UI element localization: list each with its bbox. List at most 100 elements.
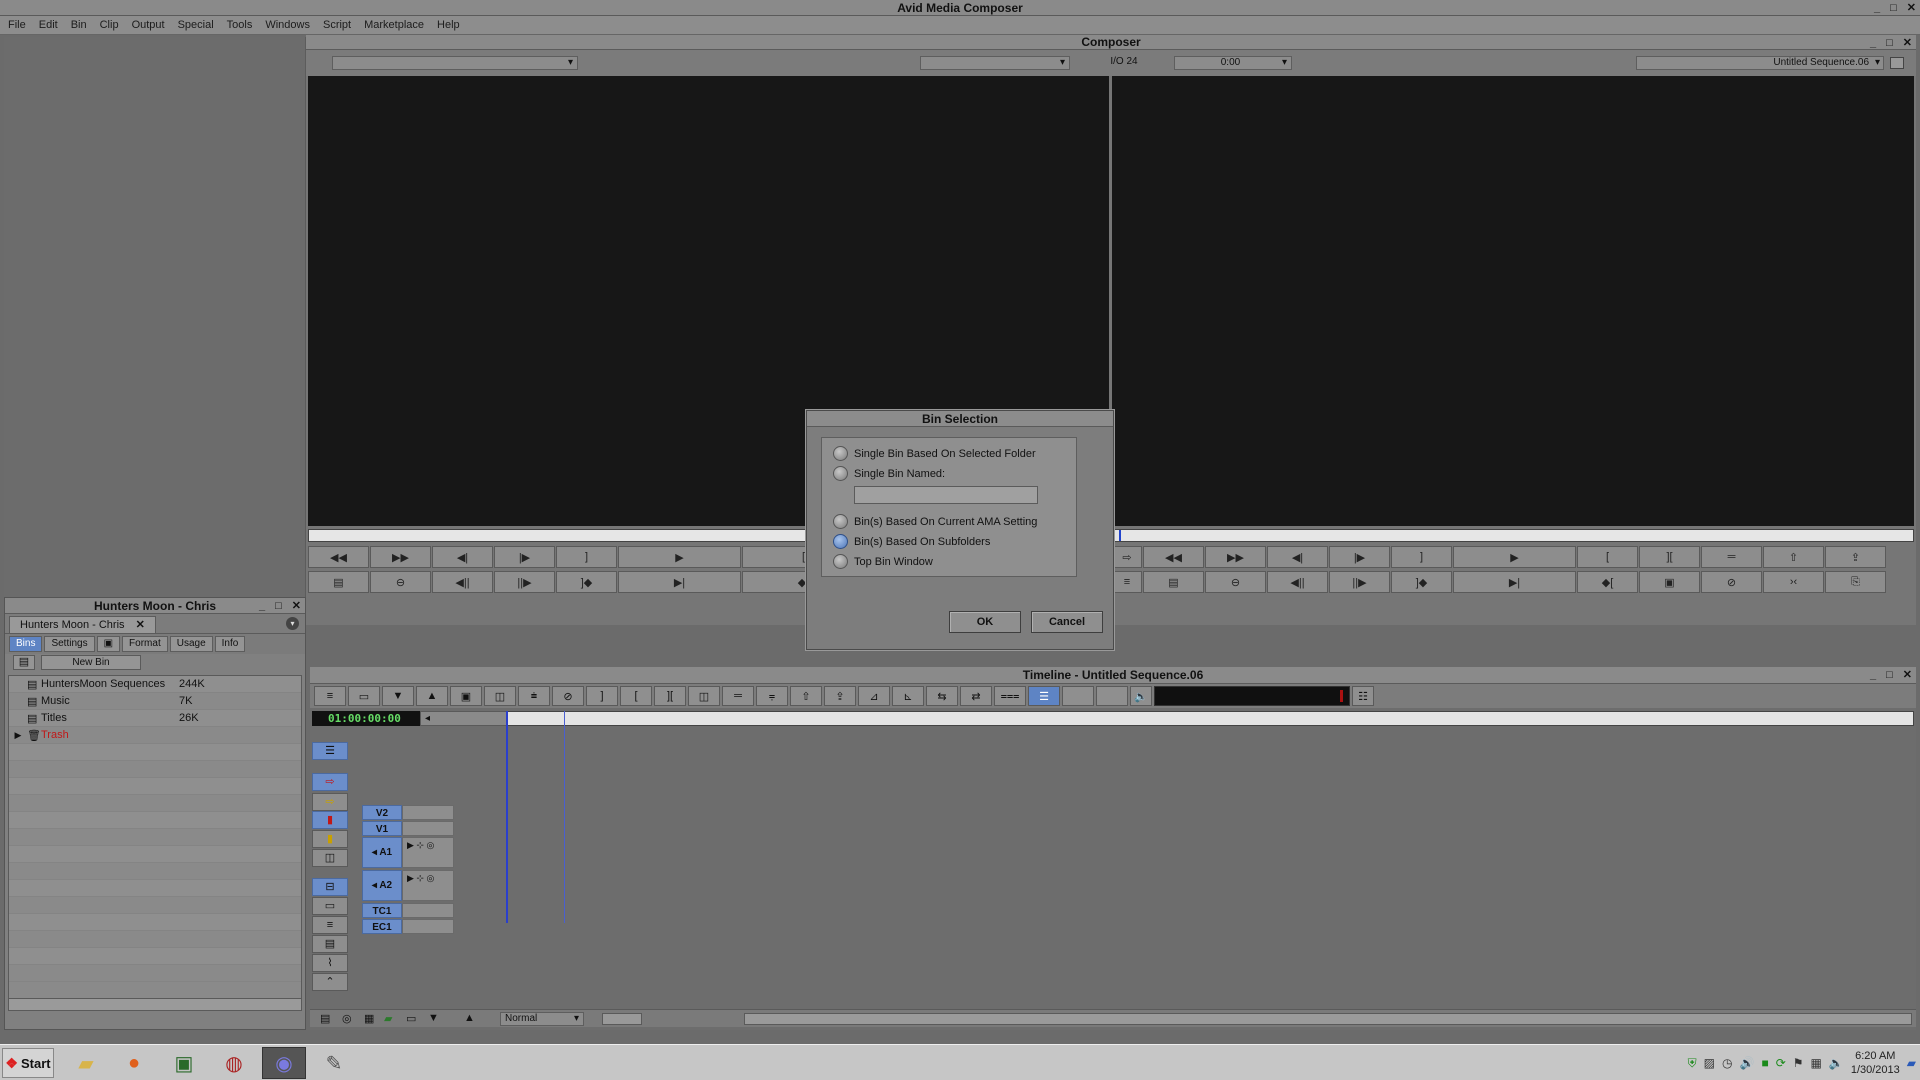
source-tool-1[interactable]: ▤ — [308, 571, 369, 593]
timeline-tool-5[interactable]: ▣ — [450, 686, 482, 706]
track-ec1[interactable]: EC1 — [362, 919, 454, 934]
record-tool-1[interactable]: ▤ — [1143, 571, 1204, 593]
timeline-menu-icon[interactable]: ☷ — [1352, 686, 1374, 706]
timeline-bottom-tool-6[interactable]: ▼ — [428, 1012, 439, 1024]
timeline-bottom-tool-3[interactable]: ▦ — [364, 1012, 374, 1025]
radio-button-selected[interactable] — [833, 534, 848, 549]
record-tool-0[interactable]: ≡ — [1112, 571, 1142, 593]
timeline-tool-1[interactable]: ≡ — [314, 686, 346, 706]
option-top-bin-window[interactable]: Top Bin Window — [833, 554, 933, 569]
keyboard-icon[interactable] — [1890, 57, 1904, 69]
gimp-icon[interactable]: ✎ — [312, 1047, 356, 1079]
option-bins-subfolders[interactable]: Bin(s) Based On Subfolders — [833, 534, 990, 549]
cancel-button[interactable]: Cancel — [1031, 611, 1103, 633]
tool-icon-10[interactable]: ▤ — [312, 935, 348, 953]
timeline-maximize-button[interactable]: □ — [1886, 667, 1893, 683]
track-v1[interactable]: V1 — [362, 821, 454, 836]
timeline-tool-18[interactable]: ⊾ — [892, 686, 924, 706]
menu-script[interactable]: Script — [323, 19, 351, 31]
menu-clip[interactable]: Clip — [100, 19, 119, 31]
composer-close-button[interactable]: ✕ — [1903, 35, 1912, 51]
avid-icon[interactable]: ◍ — [212, 1047, 256, 1079]
tab-info[interactable]: Info — [214, 636, 246, 652]
bin-minimize-button[interactable]: _ — [259, 598, 265, 614]
menu-help[interactable]: Help — [437, 19, 460, 31]
tool-icon-8[interactable]: ▭ — [312, 897, 348, 915]
clock-tray-icon[interactable]: ◷ — [1722, 1056, 1732, 1070]
record-position-indicator[interactable] — [1119, 530, 1121, 541]
audio-track-controls-icon[interactable]: ▶ ⊹ ◎ — [402, 837, 454, 868]
track-v2[interactable]: V2 — [362, 805, 454, 820]
timeline-tool-22[interactable]: ☰ — [1028, 686, 1060, 706]
timeline-tool-16[interactable]: ⇪ — [824, 686, 856, 706]
trim-mode-icon[interactable]: ◫ — [312, 849, 348, 867]
timeline-tool-6[interactable]: ◫ — [484, 686, 516, 706]
mark-clip-button[interactable]: ][ — [1639, 546, 1700, 568]
record-mark-out-button[interactable]: ] — [1391, 546, 1452, 568]
source-tool-3[interactable]: ◀|| — [432, 571, 493, 593]
tab-settings[interactable]: Settings — [44, 636, 95, 652]
bin-name-field[interactable] — [854, 486, 1038, 504]
fast-forward-button[interactable]: ▶▶ — [370, 546, 431, 568]
timeline-bottom-tool-1[interactable]: ▤ — [320, 1012, 330, 1025]
folder-icon[interactable]: ▰ — [64, 1047, 108, 1079]
radio-button[interactable] — [833, 446, 848, 461]
start-button[interactable]: ❖ Start — [2, 1048, 54, 1078]
radio-button[interactable] — [833, 466, 848, 481]
bin-close-button[interactable]: ✕ — [292, 598, 301, 614]
list-item[interactable]: ▤ HuntersMoon Sequences 244K — [9, 676, 301, 693]
audio-track-controls-icon[interactable]: ▶ ⊹ ◎ — [402, 870, 454, 901]
minimize-button[interactable]: _ — [1874, 0, 1880, 16]
list-item[interactable]: ▤ Titles 26K — [9, 710, 301, 727]
radio-button[interactable] — [833, 554, 848, 569]
splice-in-icon[interactable]: ⇨ — [312, 773, 348, 791]
record-step-forward-button[interactable]: |▶ — [1329, 546, 1390, 568]
center-menu-left[interactable]: ▾ — [920, 56, 1070, 70]
record-tool-8[interactable]: ▣ — [1639, 571, 1700, 593]
clear-marks-button[interactable]: ═ — [1701, 546, 1762, 568]
timecode-menu[interactable]: ◂ — [420, 711, 512, 726]
menu-tools[interactable]: Tools — [227, 19, 253, 31]
menu-file[interactable]: File — [8, 19, 26, 31]
radio-button[interactable] — [833, 514, 848, 529]
timeline-bottom-tool-2[interactable]: ◎ — [342, 1012, 352, 1025]
timeline-bottom-tool-5[interactable]: ▭ — [406, 1012, 416, 1025]
record-fast-forward-button[interactable]: ▶▶ — [1205, 546, 1266, 568]
source-clip-menu[interactable]: ▾ — [332, 56, 578, 70]
record-tool-6[interactable]: ▶| — [1453, 571, 1576, 593]
track-a1[interactable]: ◂ A1 ▶ ⊹ ◎ — [362, 837, 454, 868]
composer-maximize-button[interactable]: □ — [1886, 35, 1893, 51]
segment-mode-yellow-icon[interactable]: ▮ — [312, 830, 348, 848]
step-forward-button[interactable]: |▶ — [494, 546, 555, 568]
shield-icon[interactable]: ⛨ — [1688, 1056, 1697, 1071]
show-desktop-icon[interactable]: ▰ — [1907, 1056, 1916, 1070]
tab-effects[interactable]: ▣ — [96, 636, 121, 652]
segment-mode-red-icon[interactable]: ▮ — [312, 811, 348, 829]
track-a2[interactable]: ◂ A2 ▶ ⊹ ◎ — [362, 870, 454, 901]
bin-list-icon[interactable]: ▤ — [13, 655, 35, 670]
record-tool-10[interactable]: ›‹ — [1763, 571, 1824, 593]
ok-button[interactable]: OK — [949, 611, 1021, 633]
tool-icon-7[interactable]: ⊟ — [312, 878, 348, 896]
timeline-tool-15[interactable]: ⇧ — [790, 686, 822, 706]
record-position-bar[interactable] — [1112, 529, 1914, 542]
timeline-tool-24[interactable] — [1096, 686, 1128, 706]
tab-usage[interactable]: Usage — [169, 636, 213, 652]
mark-out-button[interactable]: ] — [556, 546, 617, 568]
bin-horizontal-scrollbar[interactable] — [9, 998, 301, 1010]
expand-triangle-icon[interactable]: ▶ — [9, 730, 27, 741]
record-tool-11[interactable]: ⎘ — [1825, 571, 1886, 593]
tab-menu-icon[interactable]: ▾ — [286, 617, 299, 630]
timeline-tool-3[interactable]: ▼ — [382, 686, 414, 706]
sync-icon[interactable]: ⟳ — [1776, 1056, 1786, 1070]
network-icon[interactable]: ▦ — [1811, 1056, 1822, 1070]
option-bins-current-ama-setting[interactable]: Bin(s) Based On Current AMA Setting — [833, 514, 1037, 529]
record-mark-in-button[interactable]: [ — [1577, 546, 1638, 568]
tray-app-icon[interactable]: ▨ — [1704, 1056, 1715, 1070]
timeline-tool-8[interactable]: ⊘ — [552, 686, 584, 706]
record-tool-9[interactable]: ⊘ — [1701, 571, 1762, 593]
source-tool-5[interactable]: ]◆ — [556, 571, 617, 593]
zoom-slider[interactable] — [602, 1013, 642, 1025]
timeline-tool-21[interactable]: ⩶ — [994, 686, 1026, 706]
composer-icon[interactable]: ◉ — [262, 1047, 306, 1079]
